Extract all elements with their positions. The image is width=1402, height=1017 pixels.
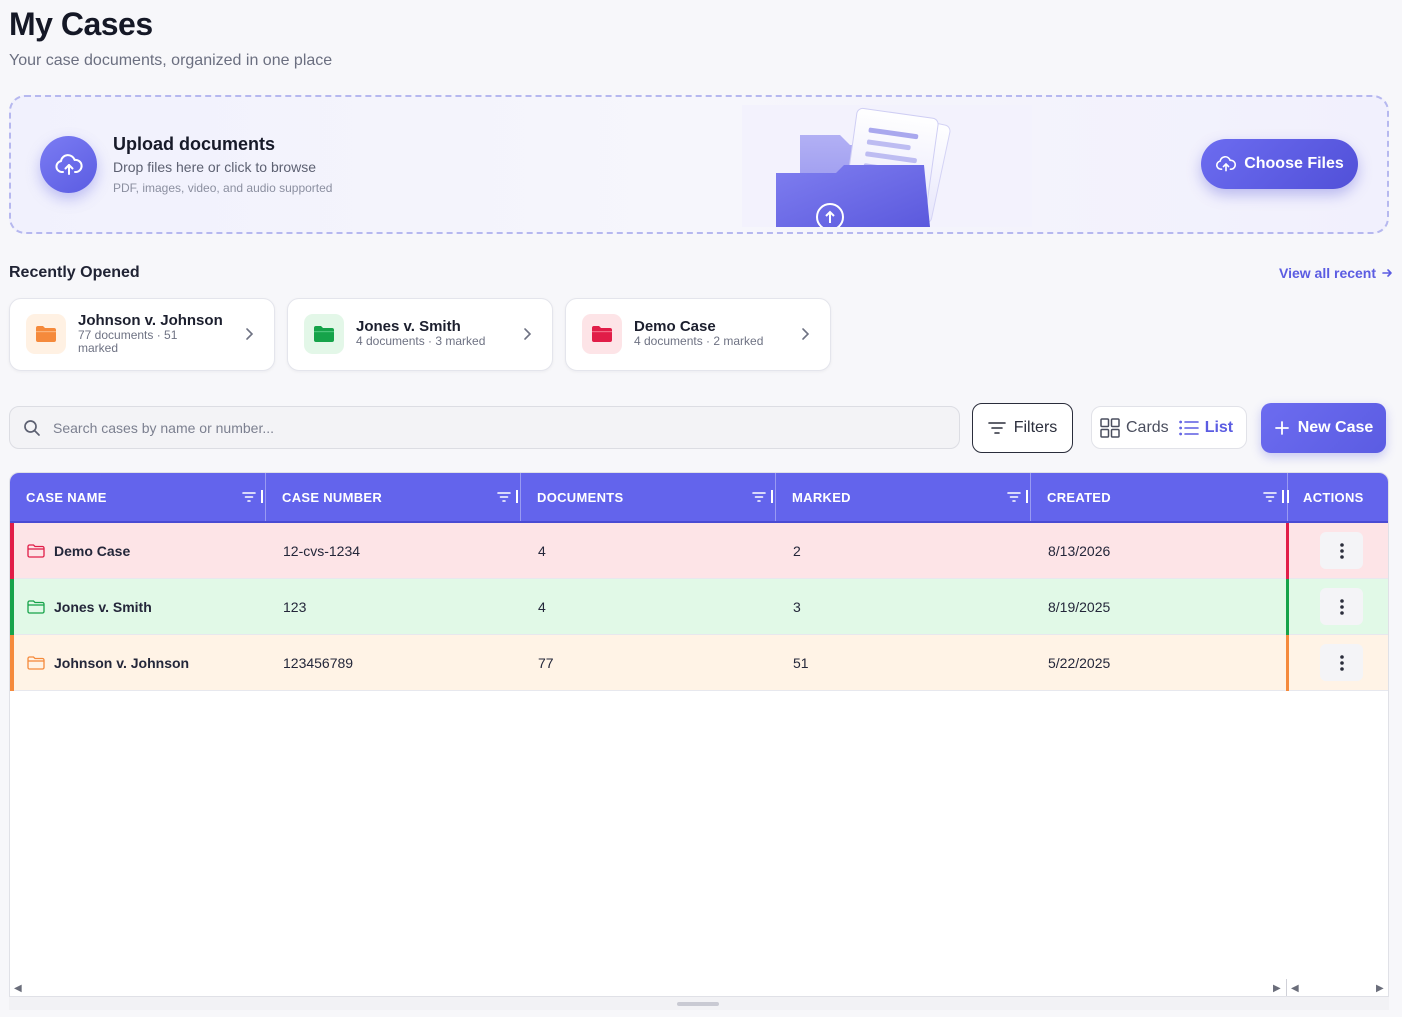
- more-vertical-icon: [1339, 542, 1344, 559]
- upload-subtitle: Drop files here or click to browse: [113, 159, 317, 175]
- search-bar[interactable]: [9, 406, 960, 449]
- created-cell: 5/22/2025: [1048, 655, 1111, 671]
- page-title: My Cases: [9, 6, 153, 42]
- view-cards-option[interactable]: Cards: [1100, 417, 1169, 438]
- row-actions-button[interactable]: [1320, 644, 1363, 681]
- recent-case-name: Jones v. Smith: [356, 318, 461, 335]
- table-row[interactable]: Jones v. Smith 123 4 3 8/19/2025: [10, 579, 1388, 635]
- column-filter-icon[interactable]: [752, 490, 773, 503]
- table-row[interactable]: Demo Case 12-cvs-1234 4 2 8/13/2026: [10, 523, 1388, 579]
- recent-case-name: Demo Case: [634, 318, 716, 335]
- recent-case-card[interactable]: Johnson v. Johnson 77 documents · 51 mar…: [9, 298, 275, 371]
- marked-cell: 51: [793, 655, 809, 671]
- marked-cell: 2: [793, 543, 801, 559]
- upload-dropzone[interactable]: Upload documents Drop files here or clic…: [9, 95, 1389, 234]
- upload-title: Upload documents: [113, 134, 276, 154]
- page-subtitle: Your case documents, organized in one pl…: [9, 52, 333, 69]
- folder-icon: [27, 656, 45, 670]
- plus-icon: [1274, 421, 1289, 435]
- column-header-documents[interactable]: DOCUMENTS: [521, 473, 775, 521]
- search-icon: [23, 419, 41, 437]
- table-header: CASE NAME CASE NUMBER DOCUMENTS MARKED C…: [10, 473, 1388, 523]
- case-name-cell[interactable]: Jones v. Smith: [27, 579, 152, 635]
- upload-supported-formats: PDF, images, video, and audio supported: [113, 181, 333, 195]
- folder-icon: [26, 314, 66, 354]
- recent-case-card[interactable]: Demo Case 4 documents · 2 marked: [565, 298, 831, 371]
- row-actions-button[interactable]: [1320, 588, 1363, 625]
- case-number-cell: 123456789: [283, 655, 354, 671]
- documents-cell: 77: [538, 655, 554, 671]
- column-header-marked[interactable]: MARKED: [776, 473, 1030, 521]
- case-number-cell: 123: [283, 599, 307, 615]
- table-row[interactable]: Johnson v. Johnson 123456789 77 51 5/22/…: [10, 635, 1388, 691]
- new-case-button[interactable]: New Case: [1261, 403, 1386, 453]
- marked-cell: 3: [793, 599, 801, 615]
- folder-icon: [27, 544, 45, 558]
- more-vertical-icon: [1339, 598, 1344, 615]
- search-input[interactable]: [53, 419, 933, 436]
- folder-icon: [304, 314, 344, 354]
- recent-case-meta: 4 documents · 2 marked: [634, 334, 764, 348]
- column-header-created[interactable]: CREATED: [1031, 473, 1286, 521]
- choose-files-button[interactable]: Choose Files: [1201, 139, 1358, 189]
- view-list-label: List: [1204, 418, 1234, 436]
- folder-illustration: [742, 105, 1032, 227]
- scroll-left-arrow-icon[interactable]: ◀: [1291, 983, 1299, 994]
- more-vertical-icon: [1339, 654, 1344, 671]
- column-filter-icon[interactable]: [1007, 490, 1028, 503]
- list-icon: [1178, 420, 1199, 435]
- folder-icon: [27, 600, 45, 614]
- cloud-upload-icon: [40, 136, 97, 193]
- created-cell: 8/13/2026: [1048, 543, 1111, 559]
- new-case-label: New Case: [1297, 419, 1374, 436]
- chevron-right-icon: [802, 328, 810, 340]
- column-filter-icon[interactable]: [497, 490, 518, 503]
- documents-cell: 4: [538, 599, 546, 615]
- folder-icon: [582, 314, 622, 354]
- chevron-right-icon: [246, 328, 254, 340]
- cloud-upload-icon: [1216, 155, 1237, 172]
- column-header-case-name[interactable]: CASE NAME: [10, 473, 265, 521]
- choose-files-label: Choose Files: [1244, 155, 1344, 172]
- row-actions-button[interactable]: [1320, 532, 1363, 569]
- view-all-recent-link[interactable]: View all recent: [1279, 265, 1393, 281]
- filters-label: Filters: [1013, 419, 1058, 436]
- recent-case-name: Johnson v. Johnson: [78, 312, 223, 329]
- recent-case-meta: 4 documents · 3 marked: [356, 334, 486, 348]
- view-toggle: Cards List: [1091, 406, 1247, 449]
- case-name-cell[interactable]: Johnson v. Johnson: [27, 635, 189, 691]
- arrow-right-icon: [1382, 269, 1392, 277]
- scroll-left-arrow-icon[interactable]: ◀: [14, 983, 22, 994]
- view-all-recent-label: View all recent: [1279, 265, 1377, 281]
- view-cards-label: Cards: [1126, 418, 1169, 436]
- case-name-cell[interactable]: Demo Case: [27, 523, 130, 579]
- filter-icon: [987, 422, 1006, 434]
- chevron-right-icon: [524, 328, 532, 340]
- column-header-actions: ACTIONS: [1303, 489, 1364, 505]
- recently-opened-heading: Recently Opened: [9, 264, 140, 281]
- grid-icon: [1100, 417, 1120, 438]
- scroll-right-arrow-icon[interactable]: ▶: [1273, 983, 1281, 994]
- column-header-case-number[interactable]: CASE NUMBER: [266, 473, 520, 521]
- view-list-option[interactable]: List: [1178, 418, 1234, 437]
- case-number-cell: 12-cvs-1234: [283, 543, 361, 559]
- column-filter-icon[interactable]: [242, 490, 263, 503]
- created-cell: 8/19/2025: [1048, 599, 1111, 615]
- resize-handle[interactable]: [677, 1002, 719, 1006]
- documents-cell: 4: [538, 543, 546, 559]
- column-filter-icon[interactable]: [1263, 490, 1289, 503]
- recent-case-card[interactable]: Jones v. Smith 4 documents · 3 marked: [287, 298, 553, 371]
- recent-case-meta: 77 documents · 51 marked: [78, 328, 178, 355]
- cases-table: CASE NAME CASE NUMBER DOCUMENTS MARKED C…: [9, 472, 1389, 1010]
- filters-button[interactable]: Filters: [972, 403, 1073, 453]
- scroll-right-arrow-icon[interactable]: ▶: [1376, 983, 1384, 994]
